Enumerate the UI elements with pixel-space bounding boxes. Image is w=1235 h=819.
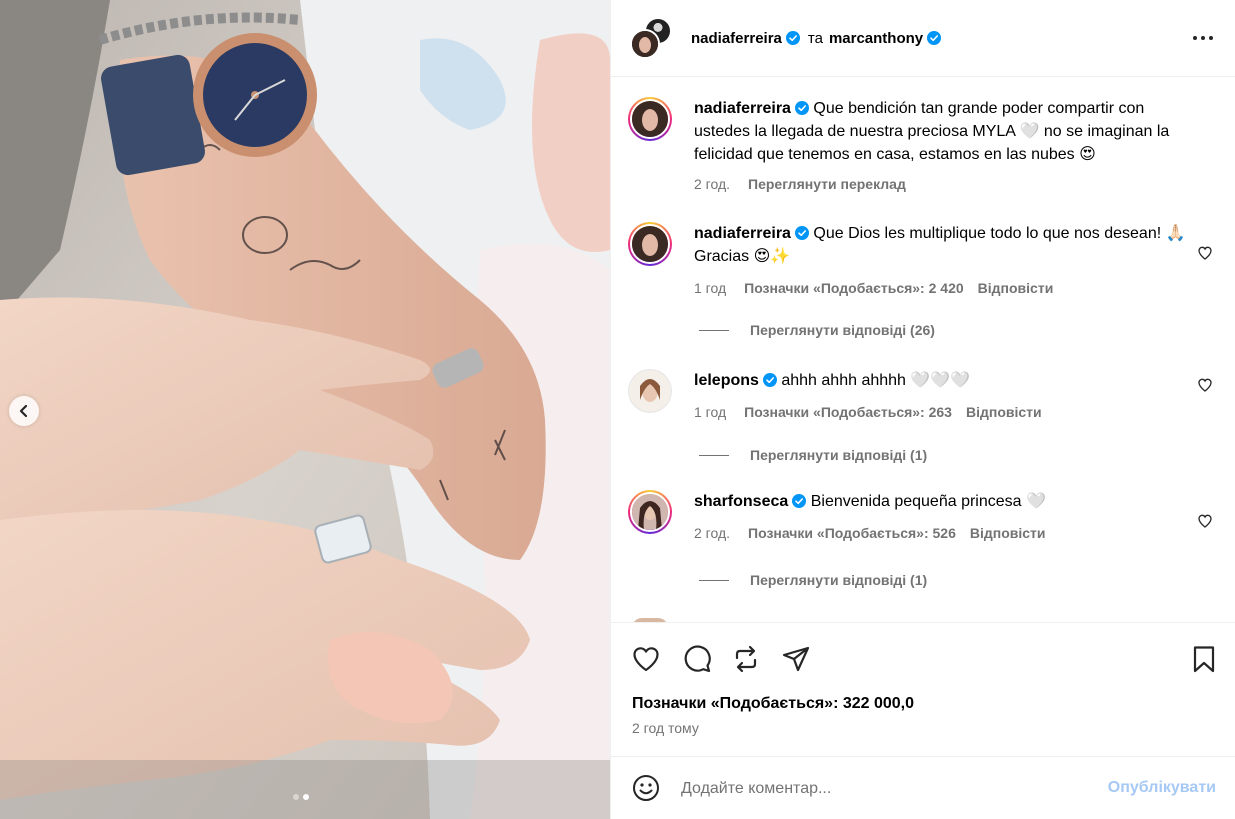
add-comment-bar: Опублікувати — [611, 756, 1235, 819]
reply-button[interactable]: Відповісти — [970, 522, 1046, 545]
bookmark-icon[interactable] — [1189, 644, 1219, 674]
carousel-dot-active — [303, 794, 309, 800]
view-replies-label: Переглянути відповіді (1) — [750, 447, 928, 463]
comment-time[interactable]: 1 год — [694, 401, 726, 424]
comment-time[interactable]: 1 год — [694, 277, 726, 300]
view-replies-label: Переглянути відповіді (1) — [750, 572, 928, 588]
avatar[interactable] — [628, 97, 672, 141]
post-header: nadiaferreira та marcanthony — [611, 0, 1235, 77]
repost-icon[interactable] — [731, 644, 761, 674]
comment-content: sharfonseca Bienvenida pequeña princesa … — [694, 490, 1204, 513]
verified-badge-icon — [792, 494, 807, 508]
caption-text: nadiaferreira Que bendición tan grande p… — [694, 97, 1204, 166]
post-authors: nadiaferreira та marcanthony — [691, 29, 942, 47]
comment-time[interactable]: 2 год. — [694, 173, 730, 196]
reply-button[interactable]: Відповісти — [978, 277, 1054, 300]
comment-like-icon[interactable] — [1197, 245, 1213, 261]
verified-badge-icon — [794, 226, 809, 240]
view-replies-label: Переглянути відповіді (26) — [750, 322, 935, 338]
carousel-dot — [293, 794, 299, 800]
comments-list[interactable]: nadiaferreira Que bendición tan grande p… — [611, 77, 1235, 622]
chevron-left-icon — [19, 404, 28, 418]
verified-badge-icon — [794, 101, 809, 115]
carousel-previous-button[interactable] — [9, 396, 39, 426]
view-replies-button[interactable]: Переглянути відповіді (1) — [699, 447, 927, 463]
avatar[interactable] — [628, 490, 672, 534]
avatar[interactable] — [630, 29, 660, 59]
comment-icon[interactable] — [682, 644, 712, 674]
comment-username[interactable]: sharfonseca — [694, 493, 788, 510]
verified-badge-icon — [785, 31, 800, 45]
collab-avatars[interactable] — [630, 17, 672, 59]
comment-meta: 1 год Позначки «Подобається»: 2 420 Відп… — [694, 277, 1204, 300]
comment-content: lelepons ahhh ahhh ahhhh 🤍🤍🤍 — [694, 369, 1204, 392]
avatar[interactable] — [628, 369, 672, 413]
comment-text: Bienvenida pequeña princesa 🤍 — [810, 493, 1046, 510]
comment-meta: 2 год. Переглянути переклад — [694, 173, 1204, 196]
post-actions — [611, 622, 1235, 694]
comment-content: nadiaferreira Que Dios les multiplique t… — [694, 222, 1204, 268]
verified-badge-icon — [762, 373, 777, 387]
author-username[interactable]: nadiaferreira — [691, 30, 782, 47]
comment-input[interactable] — [681, 775, 1081, 803]
coauthor-username[interactable]: marcanthony — [829, 30, 923, 47]
comment-meta: 2 год. Позначки «Подобається»: 526 Відпо… — [694, 522, 1204, 545]
verified-badge-icon — [927, 31, 942, 45]
comment-username[interactable]: lelepons — [694, 372, 759, 389]
comment-like-icon[interactable] — [1197, 377, 1213, 393]
likes-count[interactable]: Позначки «Подобається»: 322 000,0 — [632, 695, 914, 713]
comment-likes[interactable]: Позначки «Подобається»: 2 420 — [744, 277, 964, 300]
emoji-icon[interactable] — [631, 773, 661, 803]
send-icon[interactable] — [781, 644, 811, 674]
more-options-icon[interactable] — [1191, 28, 1215, 48]
post-photo — [0, 0, 610, 819]
comment-text: ahhh ahhh ahhhh 🤍🤍🤍 — [781, 372, 971, 389]
avatar[interactable] — [628, 222, 672, 266]
author-joiner: та — [807, 29, 823, 47]
comment-username[interactable]: nadiaferreira — [694, 100, 791, 117]
heart-icon[interactable] — [631, 644, 661, 674]
post-side-panel: nadiaferreira та marcanthony nadiaferrei… — [610, 0, 1235, 819]
view-replies-button[interactable]: Переглянути відповіді (26) — [699, 322, 935, 338]
reply-button[interactable]: Відповісти — [966, 401, 1042, 424]
comment-likes[interactable]: Позначки «Подобається»: 263 — [744, 401, 952, 424]
see-translation-button[interactable]: Переглянути переклад — [748, 173, 906, 196]
comment-time[interactable]: 2 год. — [694, 522, 730, 545]
publish-comment-button[interactable]: Опублікувати — [1108, 779, 1216, 797]
view-replies-button[interactable]: Переглянути відповіді (1) — [699, 572, 927, 588]
carousel-indicator — [293, 794, 309, 800]
comment-meta: 1 год Позначки «Подобається»: 263 Відпов… — [694, 401, 1204, 424]
comment-like-icon[interactable] — [1197, 513, 1213, 529]
comment-likes[interactable]: Позначки «Подобається»: 526 — [748, 522, 956, 545]
post-timestamp[interactable]: 2 год тому — [632, 720, 699, 736]
post-media[interactable] — [0, 0, 610, 819]
comment-username[interactable]: nadiaferreira — [694, 225, 791, 242]
